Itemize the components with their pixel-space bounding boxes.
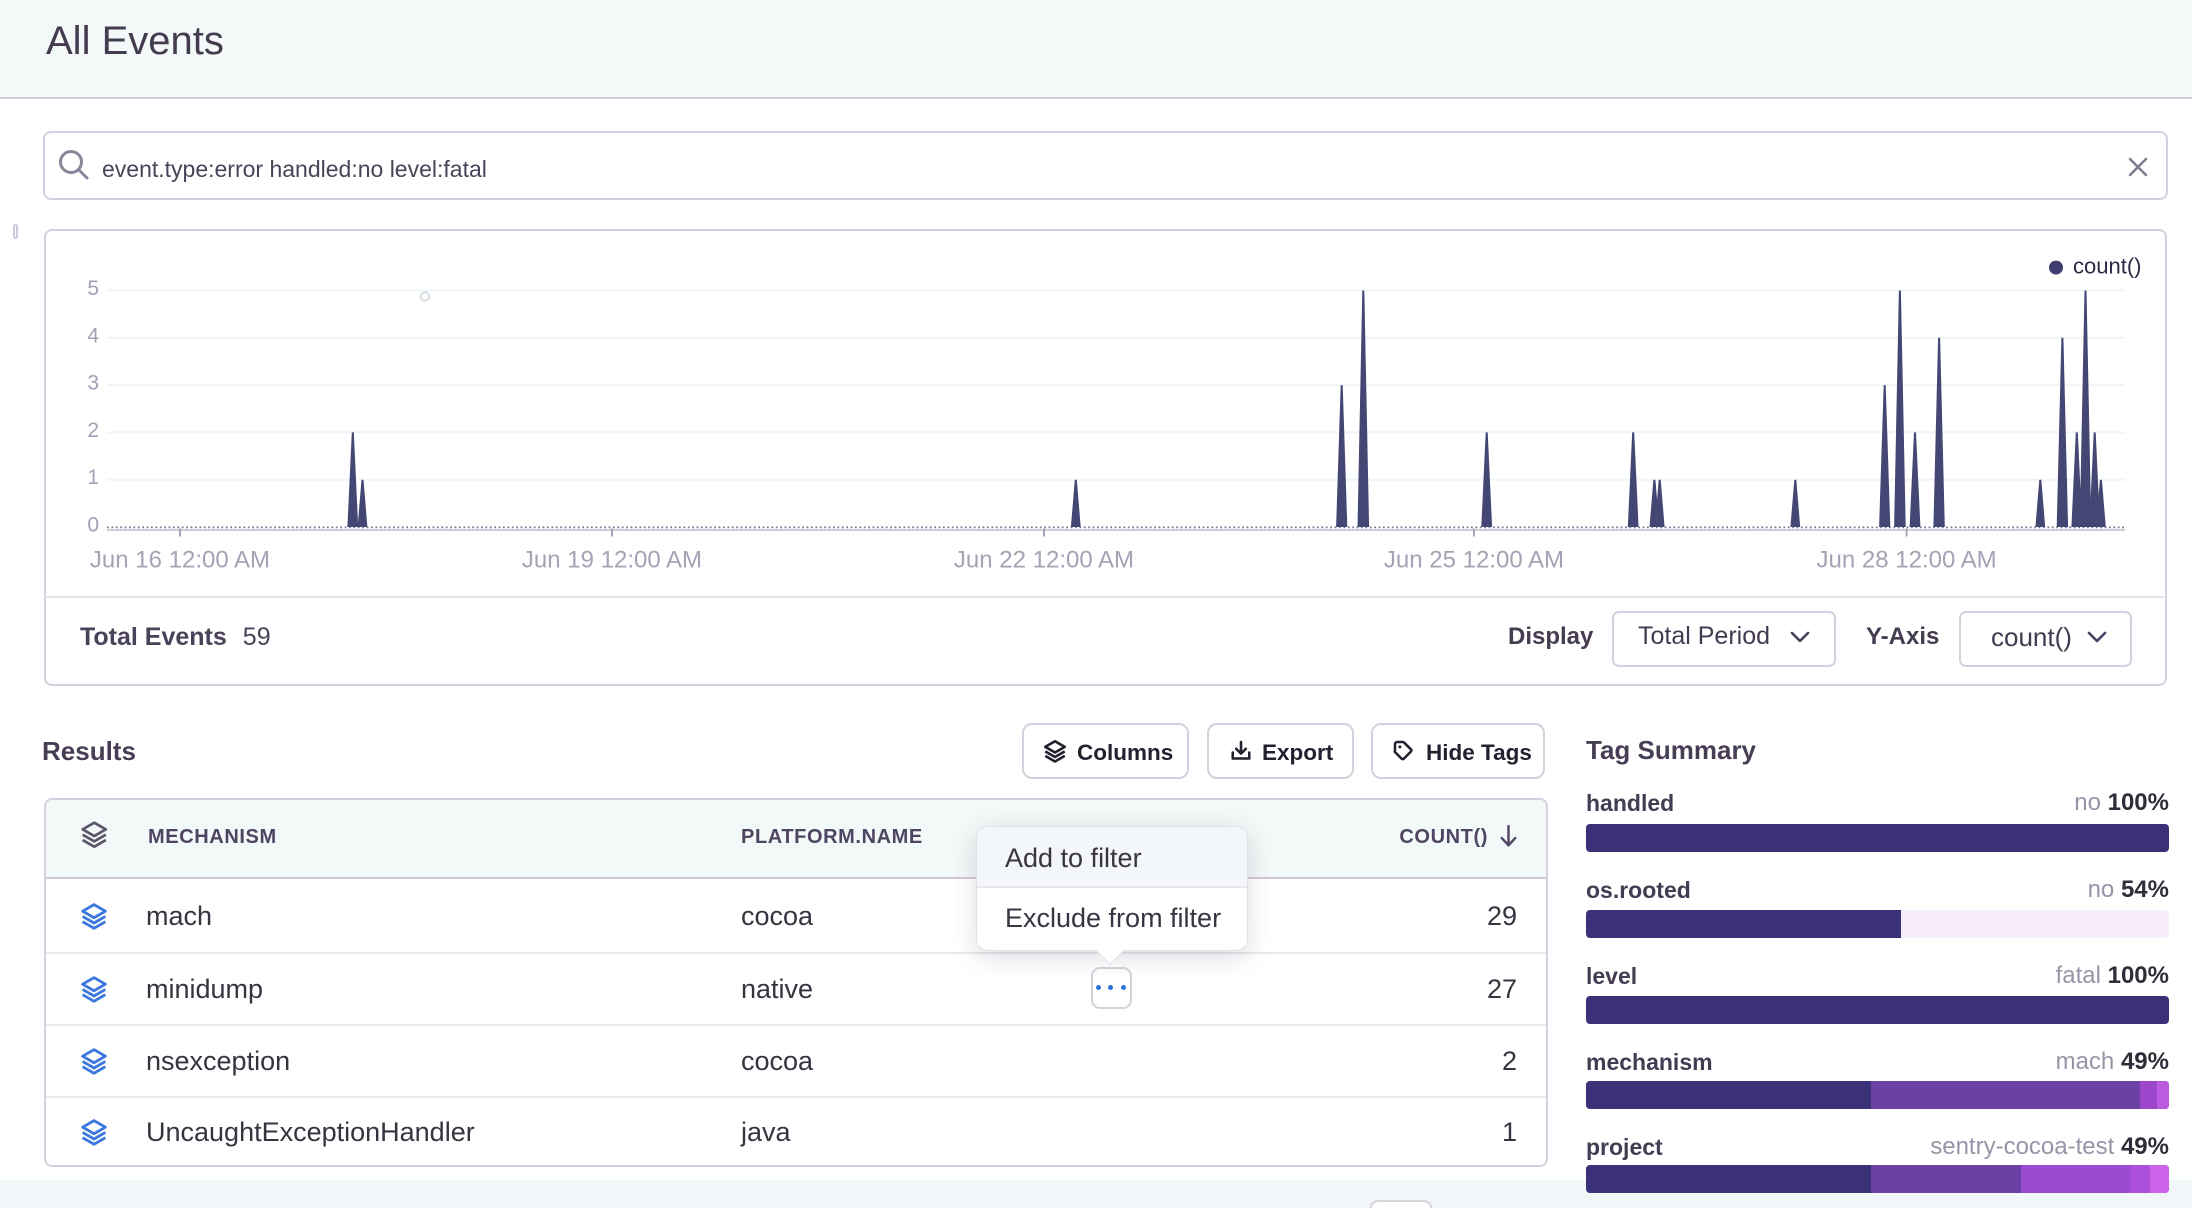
svg-text:Jun 16 12:00 AM: Jun 16 12:00 AM	[90, 546, 270, 573]
svg-text:0: 0	[87, 513, 99, 536]
svg-text:3: 3	[87, 372, 99, 395]
svg-text:Jun 25 12:00 AM: Jun 25 12:00 AM	[1384, 546, 1564, 573]
svg-text:Jun 22 12:00 AM: Jun 22 12:00 AM	[954, 546, 1134, 573]
svg-text:4: 4	[87, 324, 99, 347]
svg-text:Jun 28 12:00 AM: Jun 28 12:00 AM	[1817, 546, 1997, 573]
svg-text:2: 2	[87, 419, 99, 442]
svg-text:count(): count()	[2073, 254, 2141, 279]
svg-text:Jun 19 12:00 AM: Jun 19 12:00 AM	[522, 546, 702, 573]
svg-text:5: 5	[87, 277, 99, 300]
svg-text:1: 1	[87, 466, 99, 489]
